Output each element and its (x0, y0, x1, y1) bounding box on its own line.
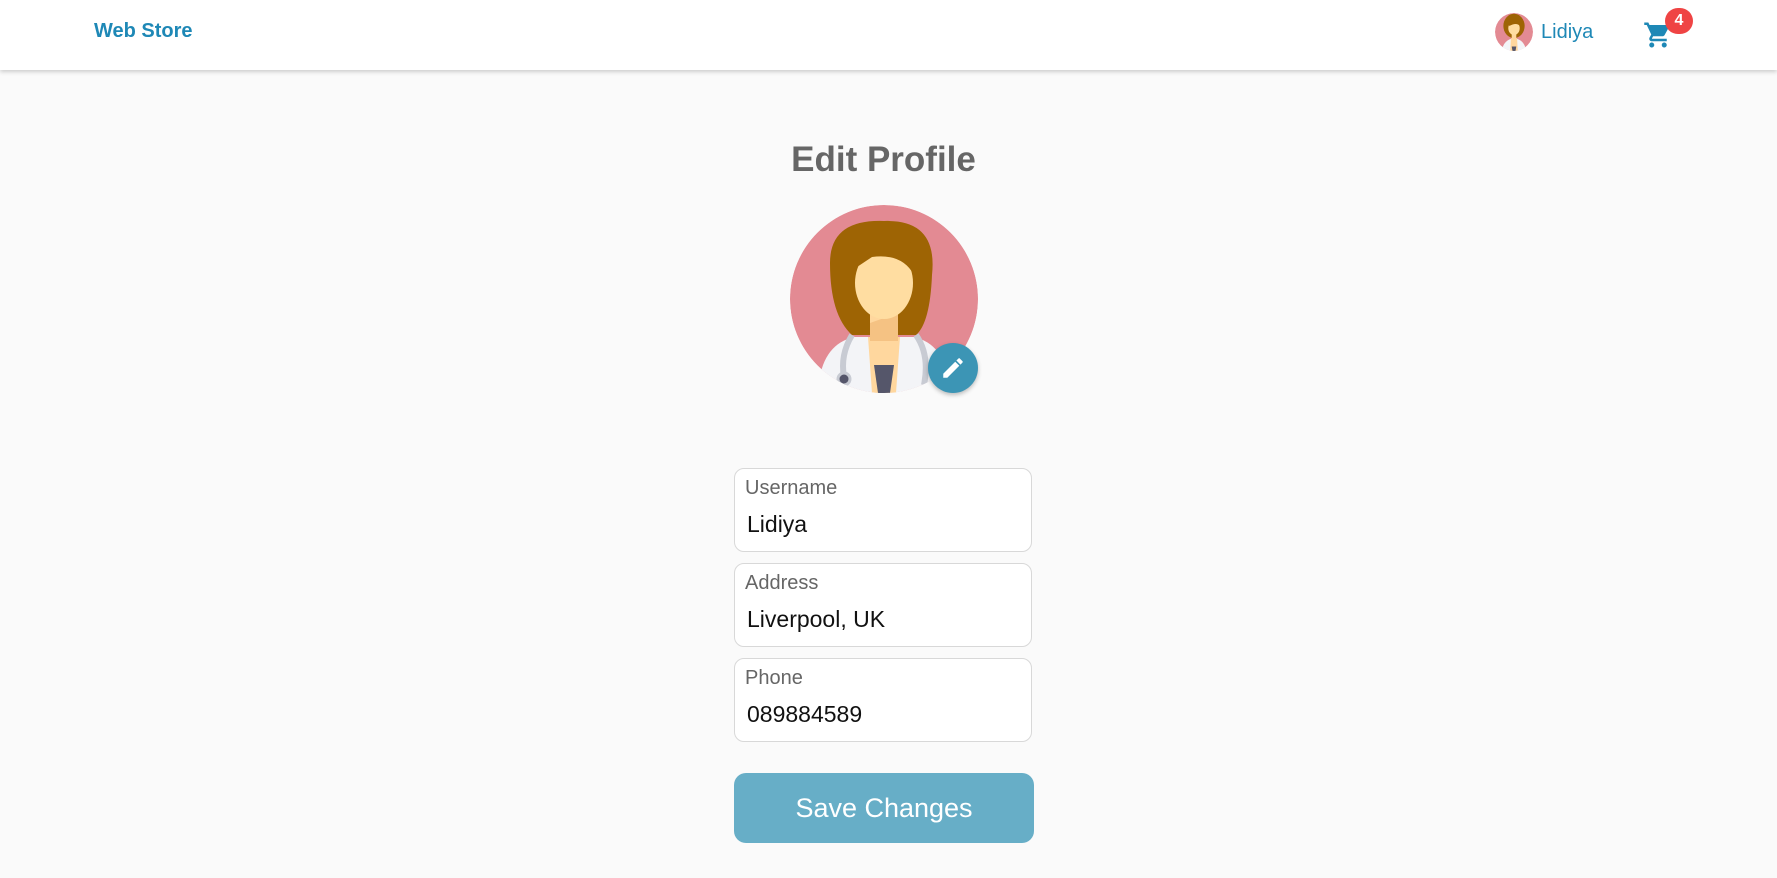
page-title: Edit Profile (791, 140, 976, 179)
username-label: Username (745, 477, 838, 499)
user-menu[interactable]: Lidiya (1495, 13, 1593, 51)
cart-count-badge: 4 (1665, 8, 1693, 34)
cart-button[interactable]: 4 (1643, 8, 1693, 50)
phone-field: Phone (734, 658, 1032, 742)
user-avatar (1495, 13, 1533, 51)
address-label: Address (745, 572, 819, 594)
address-field: Address (734, 563, 1032, 647)
username-input[interactable] (747, 507, 1017, 541)
username-field: Username (734, 468, 1032, 552)
save-changes-button[interactable]: Save Changes (734, 773, 1034, 843)
phone-input[interactable] (747, 697, 1017, 731)
pencil-icon (943, 358, 963, 378)
user-name: Lidiya (1541, 20, 1594, 43)
brand-link[interactable]: Web Store (94, 20, 193, 43)
phone-label: Phone (745, 667, 803, 689)
top-navbar: Web Store Lidiya 4 (0, 0, 1777, 70)
address-input[interactable] (747, 602, 1017, 636)
edit-avatar-button[interactable] (928, 343, 978, 393)
